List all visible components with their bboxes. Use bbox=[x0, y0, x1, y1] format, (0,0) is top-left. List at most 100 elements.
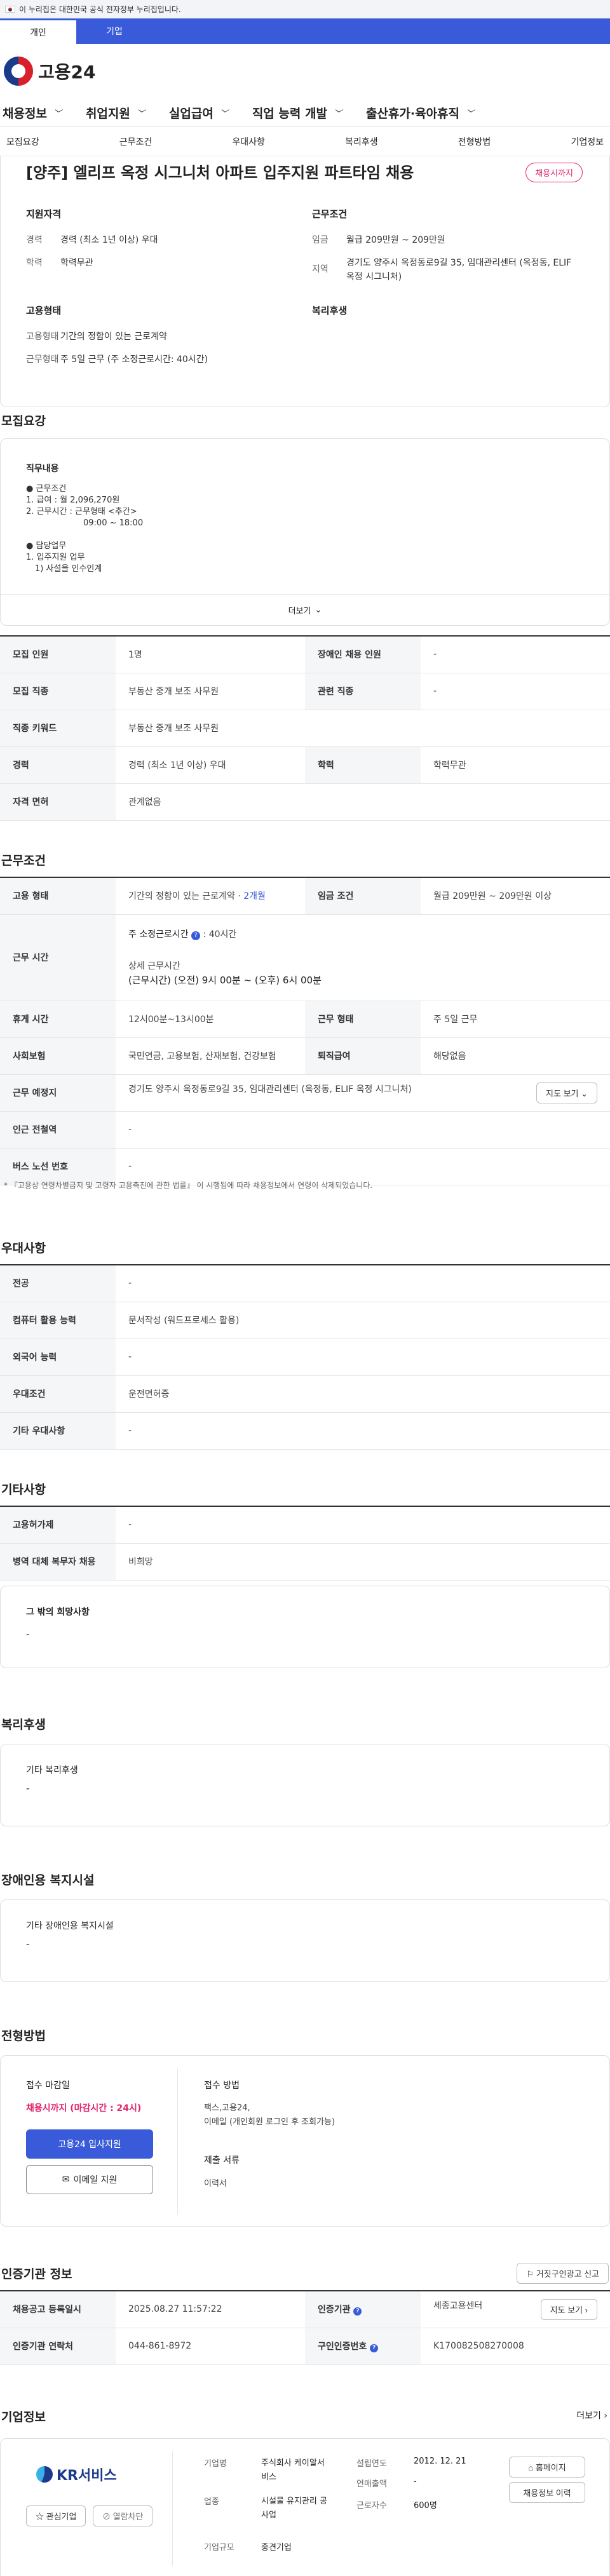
hours-detail-label: 상세 근무시간 bbox=[128, 961, 180, 971]
value: 경기도 양주시 옥정동로9길 35, 임대관리센터 (옥정동, ELIF 옥정 … bbox=[346, 258, 572, 282]
nav-parental-leave[interactable]: 출산휴가·육아휴직 ﹀ bbox=[366, 104, 474, 121]
anchor-selection[interactable]: 전형방법 bbox=[458, 135, 491, 148]
nav-employment-support[interactable]: 취업지원 ﹀ bbox=[86, 104, 145, 121]
divider bbox=[177, 2068, 178, 2215]
employment-block: 고용형태 고용형태 기간의 정함이 있는 근로계약 근무형태 주 5일 근무 (주 … bbox=[26, 304, 280, 375]
wish-title: 그 밖의 희망사항 bbox=[26, 1607, 90, 1617]
nav-skill-development[interactable]: 직업 능력 개발 ﹀ bbox=[252, 104, 342, 121]
td: - bbox=[116, 1339, 610, 1376]
home-icon: ⌂ bbox=[528, 2463, 534, 2472]
nav-label: 취업지원 bbox=[85, 106, 130, 121]
duty-line: ● 근무조건 bbox=[26, 484, 67, 494]
period-text: 2개월 bbox=[243, 891, 266, 902]
map-button[interactable]: 지도 보기 › bbox=[540, 2298, 597, 2320]
label: 근무형태 bbox=[26, 354, 59, 365]
more-button[interactable]: 더보기 ⌄ bbox=[1, 594, 609, 626]
td: 월급 209만원 ~ 209만원 이상 bbox=[421, 877, 610, 915]
info-icon[interactable]: ? bbox=[191, 931, 201, 940]
site-logo[interactable]: 고용24 bbox=[0, 44, 610, 98]
tab-company[interactable]: 기업 bbox=[76, 18, 152, 44]
th: 임금 조건 bbox=[305, 877, 421, 915]
more-label: 더보기 bbox=[576, 2411, 601, 2421]
nav-unemployment-benefit[interactable]: 실업급여 ﹀ bbox=[169, 104, 228, 121]
value: 시설물 유지관리 공사업 bbox=[261, 2497, 327, 2520]
disab-box: 기타 장애인용 복지시설 - bbox=[0, 1899, 610, 1982]
disab-title: 장애인용 복지시설 bbox=[1, 1873, 95, 1887]
nav-label: 직업 능력 개발 bbox=[252, 106, 327, 121]
wish-box: 그 밖의 희망사항 - bbox=[0, 1586, 610, 1668]
job-history-button[interactable]: 채용정보 이력 bbox=[509, 2482, 585, 2503]
td: 부동산 중개 보조 사무원 bbox=[116, 710, 610, 747]
job-summary-card: [양주] 엘리프 옥정 시그니처 아파트 입주지원 파트타임 채용 채용시까지 … bbox=[0, 156, 610, 407]
chevron-down-icon: ⌄ bbox=[315, 605, 322, 615]
td: 1명 bbox=[116, 636, 305, 673]
logo-text: 고용24 bbox=[38, 62, 96, 83]
th: 인근 전철역 bbox=[0, 1111, 116, 1149]
section-anchor-nav: 모집요강 근무조건 우대사항 복리후생 전형방법 기업정보 bbox=[0, 126, 610, 156]
th: 관련 직종 bbox=[305, 673, 421, 710]
value: - bbox=[414, 2477, 417, 2486]
kr-logo-icon bbox=[36, 2466, 53, 2483]
anchor-company[interactable]: 기업정보 bbox=[571, 135, 604, 148]
value: 경력 (최소 1년 이상) 우대 bbox=[60, 235, 158, 245]
td: 주 소정근로시간 ? : 40시간 상세 근무시간 (근무시간) (오전) 9시… bbox=[116, 914, 610, 1001]
emp-title: 고용형태 bbox=[26, 305, 62, 316]
block-label: 열람차단 bbox=[112, 2512, 144, 2521]
tab-personal[interactable]: 개인 bbox=[0, 18, 76, 44]
email-apply-button[interactable]: ✉ 이메일 지원 bbox=[26, 2165, 153, 2194]
welfare-box: 기타 복리후생 - bbox=[0, 1744, 610, 1826]
favorite-company-button[interactable]: ☆ 관심기업 bbox=[26, 2505, 86, 2526]
homepage-button[interactable]: ⌂ 홈페이지 bbox=[509, 2457, 585, 2478]
anchor-preference[interactable]: 우대사항 bbox=[232, 135, 265, 148]
th: 기타 우대사항 bbox=[0, 1412, 116, 1450]
th: 근무 형태 bbox=[305, 1001, 421, 1038]
job-title: [양주] 엘리프 옥정 시그니처 아파트 입주지원 파트타임 채용 bbox=[26, 164, 414, 182]
selection-card: 접수 마감일 채용시까지 (마감시간 : 24시) 고용24 입사지원 ✉ 이메일… bbox=[0, 2055, 610, 2227]
doc-value: 이력서 bbox=[204, 2179, 227, 2188]
map-label: 지도 보기 bbox=[546, 1088, 579, 1098]
company-card: KR서비스 ☆ 관심기업 ⊘ 열람차단 기업명 주식회사 케이알서비스 업종 시… bbox=[0, 2438, 610, 2576]
deadline-badge: 채용시까지 bbox=[525, 163, 583, 182]
method-line: 이메일 (개인회원 로그인 후 조회가능) bbox=[204, 2117, 336, 2127]
th: 사회보험 bbox=[0, 1037, 116, 1075]
td: 기간의 정함이 있는 근로계약 · 2개월 bbox=[116, 877, 305, 915]
label: 근로자수 bbox=[356, 2501, 387, 2511]
logo-text: KR서비스 bbox=[57, 2468, 117, 2484]
info-icon[interactable]: ? bbox=[353, 2307, 362, 2316]
welfare-title: 복리후생 bbox=[312, 305, 348, 316]
td: 주 5일 근무 bbox=[421, 1001, 610, 1038]
th: 인증기관 연락처 bbox=[0, 2328, 116, 2365]
block-view-button[interactable]: ⊘ 열람차단 bbox=[93, 2505, 153, 2526]
nav-label: 출산휴가·육아휴직 bbox=[365, 106, 460, 121]
info-icon[interactable]: ? bbox=[370, 2344, 379, 2352]
chevron-down-icon: ﹀ bbox=[219, 109, 228, 119]
chevron-down-icon: ﹀ bbox=[466, 109, 475, 119]
chevron-down-icon: ﹀ bbox=[53, 109, 62, 119]
label: 임금 bbox=[312, 235, 329, 245]
value: 2012. 12. 21 bbox=[414, 2457, 466, 2466]
taegeuk-logo-icon bbox=[4, 57, 33, 86]
chevron-down-icon: ﹀ bbox=[136, 109, 145, 119]
welfare-title: 복리후생 bbox=[1, 1718, 46, 1732]
report-fake-ad-button[interactable]: ⚐ 거짓구인광고 신고 bbox=[517, 2263, 609, 2284]
map-button[interactable]: 지도 보기 ⌄ bbox=[536, 1082, 597, 1103]
company-more-link[interactable]: 더보기 › bbox=[576, 2409, 607, 2422]
duty-line: 1) 사설을 인수인계 bbox=[35, 564, 102, 574]
anchor-conditions[interactable]: 근무조건 bbox=[119, 135, 152, 148]
method-title: 접수 방법 bbox=[204, 2080, 240, 2091]
age-note: * 『고용상 연령차별금지 및 고령자 고용촉진에 관한 법률』 이 시행됨에 … bbox=[4, 1181, 373, 1190]
org-label: 인증기관 bbox=[318, 2305, 351, 2316]
td: 국민연금, 고용보험, 산재보험, 건강보험 bbox=[116, 1037, 305, 1075]
welfare-label: 기타 복리후생 bbox=[26, 1765, 78, 1776]
anchor-recruit[interactable]: 모집요강 bbox=[6, 135, 39, 148]
pref-table: 전공 - 컴퓨터 활용 능력 문서작성 (워드프로세스 활용) 외국어 능력 - 우대… bbox=[0, 1264, 610, 1450]
td: - bbox=[421, 673, 610, 710]
th: 장애인 채용 인원 bbox=[305, 636, 421, 673]
apply-button[interactable]: 고용24 입사지원 bbox=[26, 2129, 153, 2159]
company-logo: KR서비스 bbox=[36, 2464, 117, 2485]
anchor-welfare[interactable]: 복리후생 bbox=[345, 135, 378, 148]
fav-label: 관심기업 bbox=[46, 2512, 77, 2521]
td: 관계없음 bbox=[116, 783, 610, 821]
td: K170082508270008 bbox=[421, 2328, 610, 2365]
nav-job-info[interactable]: 채용정보 ﹀ bbox=[3, 104, 62, 121]
